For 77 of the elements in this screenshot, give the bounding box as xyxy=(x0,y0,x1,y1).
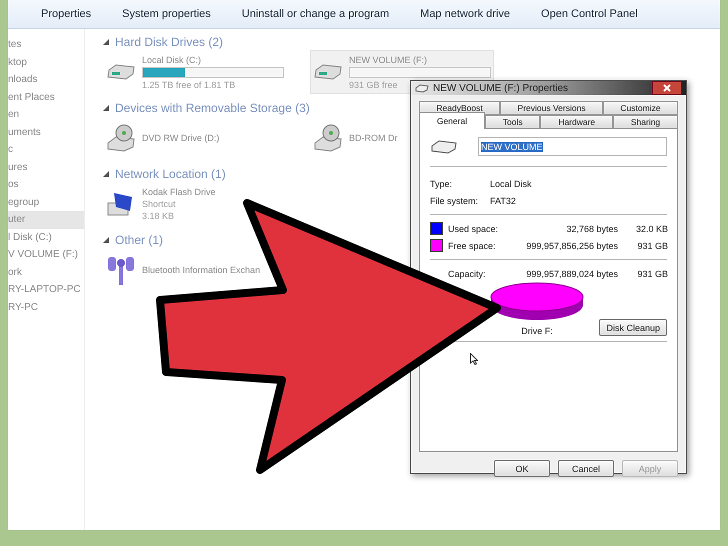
sidebar-item[interactable]: ent Places xyxy=(8,88,84,106)
tab[interactable]: Hardware xyxy=(540,115,614,129)
drive-name: Kodak Flash Drive xyxy=(142,187,216,197)
space-size: 931 GB xyxy=(636,268,668,278)
info-label: Type: xyxy=(430,178,454,188)
volume-name-field[interactable]: NEW VOLUME xyxy=(478,137,667,156)
drive-name: Bluetooth Information Exchan xyxy=(142,265,260,275)
tab[interactable]: Customize xyxy=(603,101,678,115)
drive-detail: Shortcut xyxy=(142,199,176,209)
sidebar-item[interactable]: os xyxy=(8,176,84,194)
drive-icon xyxy=(106,62,136,82)
sidebar-item[interactable]: l Disk (C:) xyxy=(8,228,84,246)
section-title: Hard Disk Drives (2) xyxy=(115,35,224,49)
collapse-arrow-icon[interactable] xyxy=(103,171,109,177)
drive-name: DVD RW Drive (D:) xyxy=(142,133,220,143)
sidebar-item[interactable]: nloads xyxy=(8,71,84,88)
drive-tile[interactable]: Bluetooth Information Exchan xyxy=(103,248,264,292)
drive-name: Local Disk (C:) xyxy=(142,54,202,64)
space-bytes: 32,768 bytes xyxy=(565,224,618,234)
drive-tile[interactable]: BD-ROM Dr xyxy=(310,116,400,160)
sidebar-item[interactable]: RY-PC xyxy=(8,298,84,316)
drive-detail: 1.25 TB free of 1.81 TB xyxy=(142,80,236,90)
section-title: Other (1) xyxy=(115,233,164,247)
close-icon xyxy=(663,84,671,92)
drive-name: NEW VOLUME (F:) xyxy=(349,54,427,64)
dialog-button[interactable]: OK xyxy=(494,460,550,477)
drive-detail: 931 GB free xyxy=(349,80,398,90)
disk-cleanup-button[interactable]: Disk Cleanup xyxy=(599,319,667,336)
space-size: 32.0 KB xyxy=(634,224,668,234)
mouse-cursor-icon xyxy=(470,353,478,365)
drive-icon xyxy=(415,84,429,92)
tab[interactable]: Tools xyxy=(484,115,540,129)
dialog-button[interactable]: Cancel xyxy=(558,460,614,477)
drive-detail: 3.18 KB xyxy=(142,211,174,221)
collapse-arrow-icon[interactable] xyxy=(103,39,109,45)
space-label: Free space: xyxy=(448,240,497,250)
section-title: Devices with Removable Storage (3) xyxy=(115,101,310,115)
optical-drive-icon xyxy=(106,123,136,153)
collapse-arrow-icon[interactable] xyxy=(103,105,109,111)
sidebar-item[interactable]: V VOLUME (F:) xyxy=(8,246,84,264)
space-bytes: 999,957,856,256 bytes xyxy=(525,240,618,250)
space-label: Capacity: xyxy=(448,268,487,278)
info-value: FAT32 xyxy=(490,196,517,206)
toolbar-item[interactable]: Open Control Panel xyxy=(522,8,650,20)
optical-drive-icon xyxy=(313,123,343,153)
drive-tile[interactable]: DVD RW Drive (D:) xyxy=(103,116,222,160)
sidebar-item[interactable]: RY-LAPTOP-PC xyxy=(8,281,84,298)
sidebar-item[interactable]: en xyxy=(8,106,84,124)
info-value: Local Disk xyxy=(490,178,533,188)
sidebar-item[interactable]: egroup xyxy=(8,194,84,211)
space-label: Used space: xyxy=(448,224,500,234)
drive-tile[interactable]: Kodak Flash Drive Shortcut 3.18 KB xyxy=(103,182,219,226)
tab[interactable]: General xyxy=(419,112,485,129)
toolbar-item[interactable]: System properties xyxy=(103,8,223,20)
drive-name: BD-ROM Dr xyxy=(349,133,398,143)
sidebar-item[interactable]: tes xyxy=(8,36,84,54)
drive-tile[interactable]: Local Disk (C:) 1.25 TB free of 1.81 TB xyxy=(103,50,287,94)
toolbar-item[interactable]: Map network drive xyxy=(401,8,522,20)
sidebar-item[interactable]: ures xyxy=(8,158,84,176)
sidebar-item[interactable]: ork xyxy=(8,264,84,281)
tab[interactable]: Sharing xyxy=(613,115,678,129)
space-bytes: 999,957,889,024 bytes xyxy=(525,268,618,278)
section-title: Network Location (1) xyxy=(115,167,226,181)
collapse-arrow-icon[interactable] xyxy=(103,237,109,243)
space-size: 931 GB xyxy=(636,240,668,250)
close-button[interactable] xyxy=(652,81,682,95)
toolbar-item[interactable]: Uninstall or change a program xyxy=(222,8,402,20)
drive-label: Drive F: xyxy=(521,326,553,336)
sidebar-item[interactable]: uter xyxy=(8,211,84,228)
sidebar-item[interactable]: ktop xyxy=(8,54,84,71)
toolbar-item[interactable]: Properties xyxy=(22,8,104,20)
info-label: File system: xyxy=(430,196,480,206)
drive-icon xyxy=(430,138,458,154)
sidebar-item[interactable]: c xyxy=(8,141,84,158)
drive-icon xyxy=(313,62,343,82)
sidebar-item[interactable]: uments xyxy=(8,124,84,141)
tab[interactable]: Previous Versions xyxy=(500,101,604,115)
